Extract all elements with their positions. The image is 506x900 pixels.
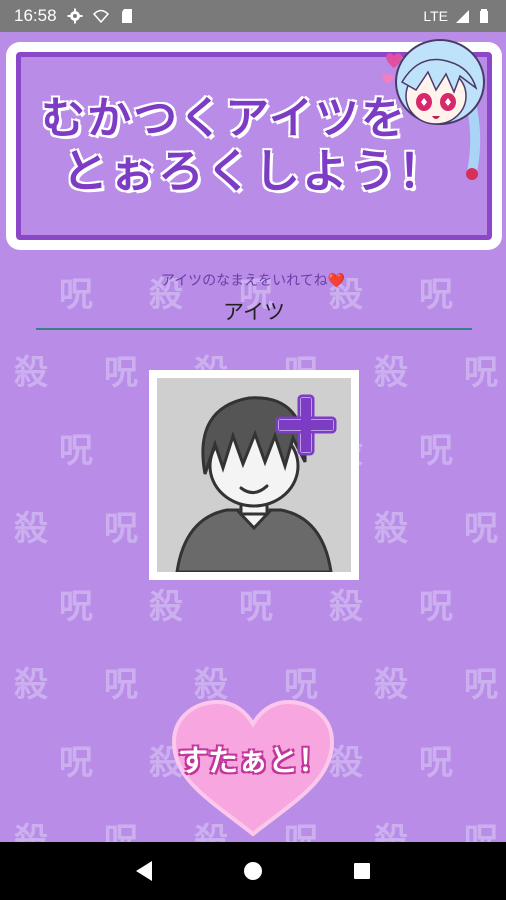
title-line-1: むかつくアイツを (40, 93, 407, 145)
background-pattern-glyph: 殺 (14, 821, 48, 842)
background-pattern-glyph: 呪 (104, 509, 138, 549)
app-screen: 殺呪殺呪殺呪呪殺呪殺呪殺殺呪殺呪殺呪呪殺呪殺呪殺殺呪殺呪殺呪呪殺呪殺呪殺殺呪殺呪… (0, 32, 506, 842)
background-pattern-glyph: 殺 (329, 587, 363, 627)
background-pattern-glyph: 呪 (59, 743, 93, 783)
background-pattern-glyph: 殺 (14, 665, 48, 705)
background-pattern-glyph: 呪 (104, 821, 138, 842)
background-pattern-glyph: 呪 (464, 821, 498, 842)
background-pattern-glyph: 呪 (464, 353, 498, 393)
navigation-bar (0, 842, 506, 900)
background-pattern-glyph: 呪 (419, 587, 453, 627)
status-bar: 16:58 LTE (0, 0, 506, 32)
background-pattern-glyph: 殺 (374, 353, 408, 393)
background-pattern-glyph: 呪 (419, 743, 453, 783)
network-type: LTE (423, 8, 448, 24)
battery-icon (480, 9, 488, 23)
status-time: 16:58 (14, 6, 57, 25)
signal-icon (456, 10, 469, 23)
background-pattern-glyph: 殺 (149, 587, 183, 627)
background-pattern-glyph: 殺 (374, 821, 408, 842)
background-pattern-glyph: 呪 (419, 431, 453, 471)
back-icon (136, 861, 153, 881)
start-button-label: すたぁと！ (178, 744, 328, 779)
background-pattern-glyph: 殺 (374, 665, 408, 705)
recents-button[interactable] (347, 856, 377, 886)
background-pattern-glyph: 呪 (104, 353, 138, 393)
background-pattern-glyph: 殺 (14, 353, 48, 393)
default-avatar-image (157, 378, 351, 572)
background-pattern-glyph: 呪 (239, 587, 273, 627)
background-pattern-glyph: 呪 (284, 665, 318, 705)
background-pattern-glyph: 呪 (59, 587, 93, 627)
photo-picker[interactable] (149, 370, 359, 580)
background-pattern-glyph: 呪 (59, 431, 93, 471)
background-pattern-glyph: 呪 (104, 665, 138, 705)
background-pattern-glyph: 殺 (194, 665, 228, 705)
target-name-input[interactable] (36, 294, 472, 330)
background-pattern-glyph: 殺 (14, 509, 48, 549)
home-button[interactable] (238, 856, 268, 886)
background-pattern-glyph: 呪 (464, 509, 498, 549)
mascot-character-icon (382, 39, 485, 180)
start-button[interactable]: すたぁと！ (170, 699, 336, 840)
back-button[interactable] (129, 856, 159, 886)
background-pattern-glyph: 殺 (374, 509, 408, 549)
sd-card-icon (121, 9, 132, 23)
recents-icon (353, 863, 370, 879)
home-icon (243, 862, 262, 880)
gear-icon (67, 8, 83, 24)
plus-icon[interactable] (273, 392, 339, 458)
background-pattern-glyph: 呪 (464, 665, 498, 705)
wifi-icon (92, 9, 109, 24)
name-field-label: アイツのなまえをいれてね❤️ (160, 273, 346, 289)
